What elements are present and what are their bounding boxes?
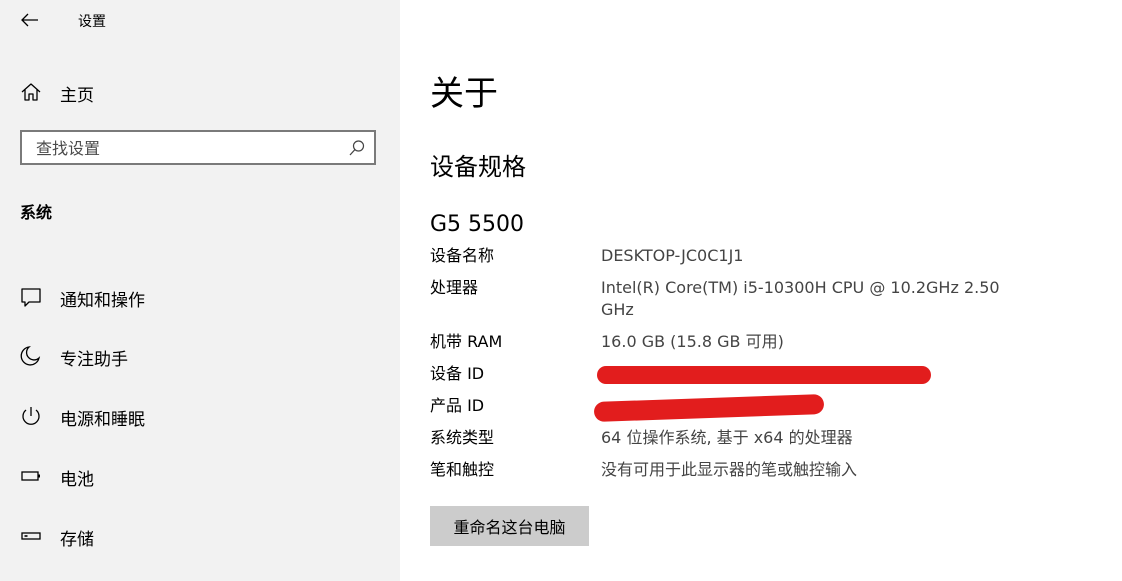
redaction-mark bbox=[597, 366, 931, 384]
spec-label: 笔和触控 bbox=[430, 460, 495, 479]
redaction-mark bbox=[593, 393, 825, 423]
back-button[interactable] bbox=[10, 5, 50, 35]
sidebar-item-home[interactable]: 主页 bbox=[0, 72, 400, 112]
rename-pc-button[interactable]: 重命名这台电脑 bbox=[430, 506, 589, 546]
sidebar-item-label: 电源和睡眠 bbox=[60, 410, 145, 430]
sidebar-item-notifications[interactable]: 通知和操作 bbox=[0, 275, 400, 319]
storage-icon bbox=[20, 525, 42, 547]
sidebar-item-battery[interactable]: 电池 bbox=[0, 454, 400, 498]
battery-icon bbox=[20, 465, 42, 487]
sidebar: 设置 主页 系统 bbox=[0, 0, 400, 581]
sidebar-item-label: 存储 bbox=[60, 530, 94, 550]
sidebar-section-title: 系统 bbox=[20, 203, 53, 222]
sidebar-item-storage[interactable]: 存储 bbox=[0, 514, 400, 558]
notification-icon bbox=[20, 286, 42, 308]
page-title: 关于 bbox=[430, 74, 498, 114]
sidebar-item-label: 通知和操作 bbox=[60, 291, 145, 311]
home-icon bbox=[20, 81, 42, 103]
moon-icon bbox=[20, 345, 42, 367]
search-input[interactable] bbox=[36, 138, 336, 158]
spec-value: 64 位操作系统, 基于 x64 的处理器 bbox=[601, 428, 853, 447]
sidebar-item-label: 主页 bbox=[60, 86, 94, 106]
device-model-name: G5 5500 bbox=[430, 212, 525, 237]
spec-value: 没有可用于此显示器的笔或触控输入 bbox=[601, 460, 858, 479]
spec-label: 系统类型 bbox=[430, 428, 495, 447]
window-title: 设置 bbox=[78, 14, 106, 30]
back-arrow-icon bbox=[21, 13, 38, 27]
spec-value: DESKTOP-JC0C1J1 bbox=[601, 246, 744, 265]
spec-value: Intel(R) Core(TM) i5-10300H CPU @ 10.2GH… bbox=[601, 278, 1000, 319]
spec-value: 16.0 GB (15.8 GB 可用) bbox=[601, 332, 784, 351]
spec-label: 机带 RAM bbox=[430, 332, 503, 351]
sidebar-item-label: 专注助手 bbox=[60, 350, 128, 370]
sidebar-item-focus-assist[interactable]: 专注助手 bbox=[0, 334, 400, 378]
section-heading: 设备规格 bbox=[430, 153, 526, 181]
search-icon[interactable] bbox=[348, 139, 366, 157]
search-box bbox=[20, 130, 376, 165]
spec-label: 产品 ID bbox=[430, 396, 485, 415]
sidebar-item-label: 电池 bbox=[60, 470, 94, 490]
settings-window: 设置 主页 系统 bbox=[0, 0, 1122, 581]
spec-label: 设备 ID bbox=[430, 364, 485, 383]
spec-label: 处理器 bbox=[430, 278, 479, 297]
power-icon bbox=[20, 405, 42, 427]
spec-label: 设备名称 bbox=[430, 246, 495, 265]
sidebar-item-power-sleep[interactable]: 电源和睡眠 bbox=[0, 394, 400, 438]
